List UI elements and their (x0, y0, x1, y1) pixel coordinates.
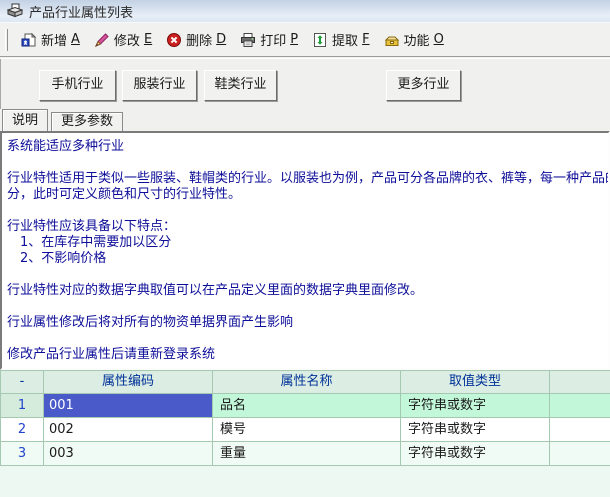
cell-empty[interactable] (550, 442, 610, 466)
toolbar-key-extract: F (362, 32, 369, 47)
toolbar-button-extract[interactable]: 提取 F (305, 27, 377, 52)
column-header-name[interactable]: 属性名称 (213, 371, 401, 394)
toolbar-label-delete: 删除 (186, 30, 212, 49)
description-line: 行业特性适用于类似一些服装、鞋帽类的行业。以服装也为例，产品可分各品牌的衣、裤等… (7, 171, 608, 187)
cell-code[interactable]: 002 (44, 418, 213, 442)
function-icon (384, 32, 400, 48)
toolbar-label-edit: 修改 (114, 30, 140, 49)
delete-icon (166, 32, 182, 48)
window-printer-icon (7, 3, 23, 19)
description-line: 行业特性对应的数据字典取值可以在产品定义里面的数据字典里面修改。 (7, 283, 608, 299)
edit-pencil-icon (94, 32, 110, 48)
toolbar-label-function: 功能 (404, 30, 430, 49)
tab-more-parameters[interactable]: 更多参数 (51, 112, 123, 131)
industry-button-clothing[interactable]: 服装行业 (122, 70, 197, 101)
table-row: 2 002 模号 字符串或数字 (1, 418, 610, 442)
table-row: 1 001 品名 字符串或数字 (1, 394, 610, 418)
industry-button-panel: 手机行业 服装行业 鞋类行业 更多行业 (0, 59, 610, 109)
column-header-rowmark[interactable]: - (1, 371, 44, 394)
description-line: 分，此时可定义颜色和尺寸的行业特性。 (7, 187, 608, 203)
attribute-table: - 属性编码 属性名称 取值类型 1 001 品名 字符串或数字 2 002 模… (0, 370, 610, 466)
cell-type[interactable]: 字符串或数字 (401, 442, 550, 466)
toolbar-key-new: A (71, 32, 80, 47)
toolbar-button-print[interactable]: 打印 P (233, 27, 305, 52)
cell-name[interactable]: 重量 (213, 442, 401, 466)
new-page-icon (21, 32, 37, 48)
toolbar-button-new[interactable]: 新增 A (14, 27, 87, 52)
description-line (7, 155, 608, 171)
toolbar-key-function: O (434, 32, 444, 47)
description-line: 系统能适应多种行业 (7, 139, 608, 155)
toolbar-gripper[interactable] (5, 29, 8, 51)
industry-button-shoes[interactable]: 鞋类行业 (204, 70, 277, 101)
table-empty-area (0, 466, 610, 497)
toolbar-button-function[interactable]: 功能 O (377, 27, 451, 52)
cell-name[interactable]: 模号 (213, 418, 401, 442)
industry-button-mobile[interactable]: 手机行业 (39, 70, 116, 101)
cell-name[interactable]: 品名 (213, 394, 401, 418)
extract-icon (312, 32, 328, 48)
toolbar-label-extract: 提取 (332, 30, 358, 49)
toolbar-label-print: 打印 (260, 30, 286, 49)
cell-empty[interactable] (550, 418, 610, 442)
cell-code-selected[interactable]: 001 (44, 394, 213, 418)
description-line: 1、在库存中需要加以区分 (7, 235, 608, 251)
tab-description[interactable]: 说明 (2, 109, 48, 131)
toolbar-label-new: 新增 (41, 30, 67, 49)
column-header-type[interactable]: 取值类型 (401, 371, 550, 394)
row-number[interactable]: 1 (1, 394, 44, 418)
description-line: 2、不影响价格 (7, 251, 608, 267)
column-header-empty[interactable] (550, 371, 610, 394)
description-line: 行业特性应该具备以下特点： (7, 219, 608, 235)
toolbar-key-print: P (290, 32, 298, 47)
page-title: 产品行业属性列表 (29, 2, 133, 21)
app-window: 产品行业属性列表 新增 A 修改 (0, 0, 610, 497)
description-line (7, 267, 608, 283)
toolbar-button-edit[interactable]: 修改 E (87, 27, 159, 52)
toolbar-button-delete[interactable]: 删除 D (159, 27, 233, 52)
toolbar-key-delete: D (216, 32, 226, 47)
column-header-code[interactable]: 属性编码 (44, 371, 213, 394)
table-row: 3 003 重量 字符串或数字 (1, 442, 610, 466)
row-number[interactable]: 2 (1, 418, 44, 442)
row-number[interactable]: 3 (1, 442, 44, 466)
description-panel: 系统能适应多种行业 行业特性适用于类似一些服装、鞋帽类的行业。以服装也为例，产品… (0, 131, 610, 370)
tab-strip: 说明 更多参数 (0, 109, 610, 131)
window-titlebar: 产品行业属性列表 (0, 0, 610, 23)
toolbar: 新增 A 修改 E 删除 D (0, 23, 610, 56)
cell-code[interactable]: 003 (44, 442, 213, 466)
description-line (7, 331, 608, 347)
printer-icon (240, 32, 256, 48)
description-line: 修改产品行业属性后请重新登录系统 (7, 347, 608, 363)
cell-type[interactable]: 字符串或数字 (401, 394, 550, 418)
description-line (7, 299, 608, 315)
description-line: 行业属性修改后将对所有的物资单据界面产生影响 (7, 315, 608, 331)
cell-type[interactable]: 字符串或数字 (401, 418, 550, 442)
table-header-row: - 属性编码 属性名称 取值类型 (1, 371, 610, 394)
toolbar-key-edit: E (144, 32, 152, 47)
industry-button-more[interactable]: 更多行业 (386, 70, 461, 101)
description-line (7, 203, 608, 219)
cell-empty[interactable] (550, 394, 610, 418)
